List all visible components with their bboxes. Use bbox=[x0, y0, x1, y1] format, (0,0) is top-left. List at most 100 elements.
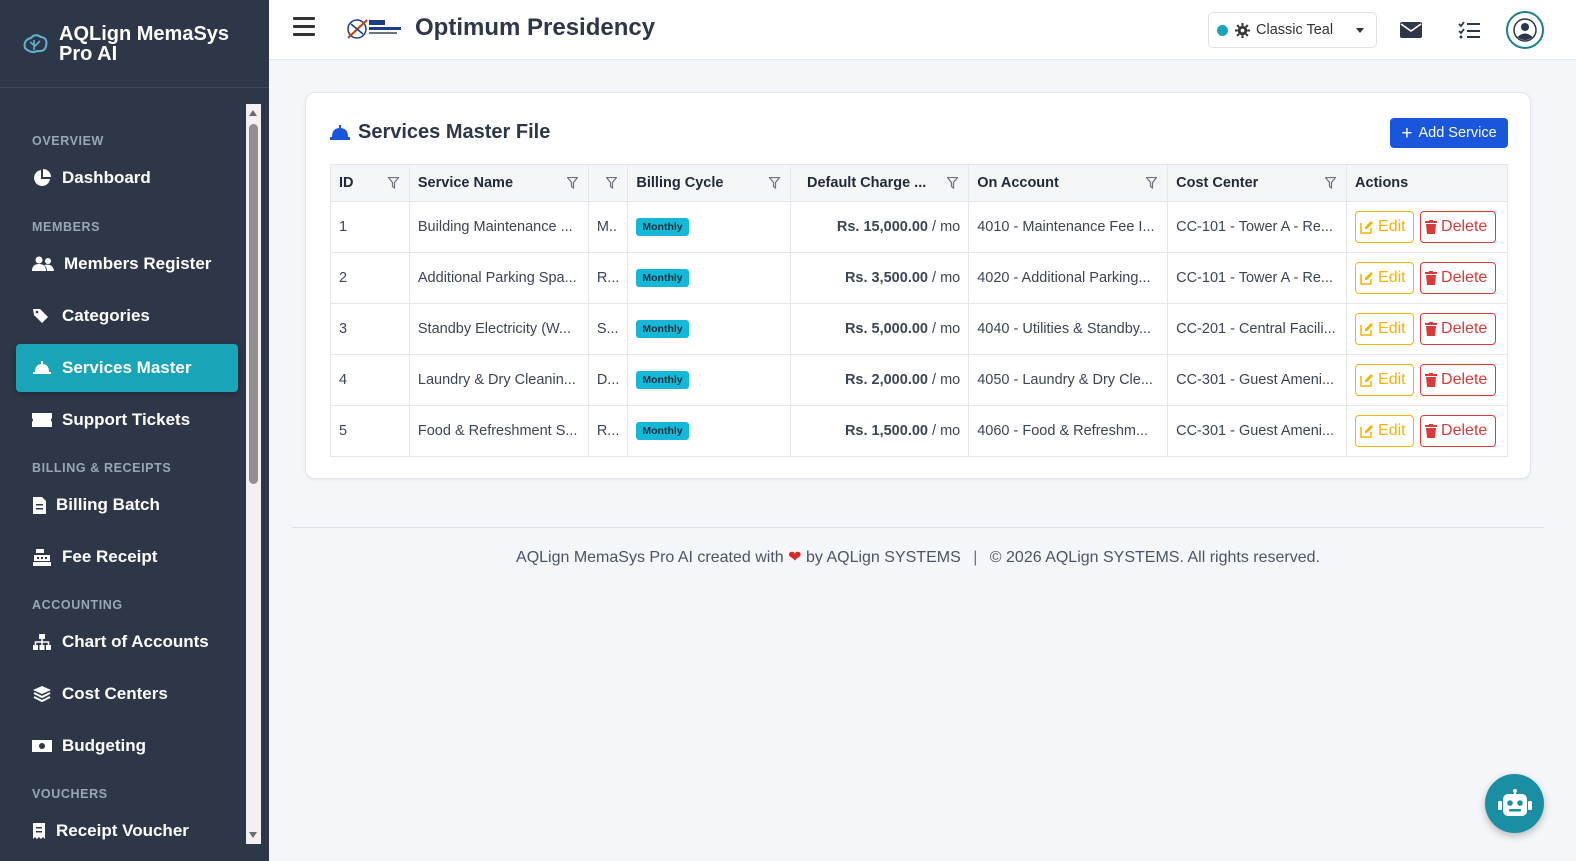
delete-button[interactable]: Delete bbox=[1420, 313, 1497, 345]
edit-button[interactable]: Edit bbox=[1355, 211, 1415, 243]
trash-icon bbox=[1425, 271, 1438, 285]
filter-icon[interactable] bbox=[946, 176, 959, 193]
col-header-id[interactable]: ID bbox=[330, 164, 410, 202]
add-service-label: Add Service bbox=[1418, 125, 1497, 141]
theme-select[interactable]: Classic Teal bbox=[1208, 12, 1377, 48]
sidebar-item-fee-receipt[interactable]: Fee Receipt bbox=[16, 533, 238, 581]
sitemap-icon bbox=[32, 632, 52, 652]
sidebar-item-budgeting[interactable]: Budgeting bbox=[16, 722, 238, 770]
filter-icon[interactable] bbox=[1145, 176, 1158, 193]
col-header-default-charge[interactable]: Default Charge ... bbox=[790, 164, 970, 202]
edit-icon bbox=[1360, 373, 1374, 387]
billing-cycle-badge: Monthly bbox=[636, 218, 689, 236]
cash-register-icon bbox=[32, 547, 52, 567]
cell-id: 1 bbox=[330, 201, 410, 253]
table-row[interactable]: 3 Standby Electricity (W... S... Monthly Rs.… bbox=[330, 303, 1508, 355]
cell-short: S... bbox=[587, 303, 629, 355]
sidebar-item-label: Cost Centers bbox=[62, 684, 168, 703]
sidebar-item-categories[interactable]: Categories bbox=[16, 292, 238, 340]
cell-default-charge: Rs. 5,000.00 / mo bbox=[790, 303, 970, 355]
delete-button[interactable]: Delete bbox=[1420, 211, 1497, 243]
billing-cycle-badge: Monthly bbox=[636, 422, 689, 440]
sidebar-item-dashboard[interactable]: Dashboard bbox=[16, 154, 238, 202]
chatbot-button[interactable] bbox=[1485, 774, 1544, 833]
footer-credit-suffix: by AQLign SYSTEMS bbox=[806, 549, 961, 566]
trash-icon bbox=[1425, 424, 1438, 438]
chevron-down-icon bbox=[1356, 28, 1364, 33]
sidebar-item-support-tickets[interactable]: Support Tickets bbox=[16, 396, 238, 444]
sidebar-item-cost-centers[interactable]: Cost Centers bbox=[16, 670, 238, 718]
scroll-down-arrow-icon[interactable] bbox=[249, 832, 257, 838]
col-header-on-account[interactable]: On Account bbox=[968, 164, 1169, 202]
filter-icon[interactable] bbox=[605, 176, 619, 193]
section-billing: BILLING & RECEIPTS bbox=[32, 461, 172, 475]
robot-icon bbox=[1497, 788, 1532, 819]
edit-icon bbox=[1360, 322, 1374, 336]
sidebar-item-chart-of-accounts[interactable]: Chart of Accounts bbox=[16, 618, 238, 666]
services-table: ID Service Name Billing Cycle Default Ch… bbox=[330, 164, 1508, 457]
sidebar-item-receipt-voucher[interactable]: Receipt Voucher bbox=[16, 807, 238, 844]
scroll-up-arrow-icon[interactable] bbox=[249, 110, 257, 116]
cell-actions: Edit Delete bbox=[1346, 252, 1508, 304]
tasks-icon[interactable] bbox=[1457, 18, 1481, 42]
card-title: Services Master File bbox=[330, 121, 550, 144]
sidebar-item-label: Fee Receipt bbox=[62, 547, 158, 566]
delete-label: Delete bbox=[1441, 218, 1488, 235]
table-row[interactable]: 1 Building Maintenance ... M.. Monthly Rs. 1… bbox=[330, 201, 1508, 253]
edit-button[interactable]: Edit bbox=[1355, 313, 1415, 345]
sidebar-item-label: Chart of Accounts bbox=[62, 632, 209, 651]
sidebar-item-label: Receipt Voucher bbox=[56, 821, 189, 840]
footer-separator: | bbox=[973, 549, 978, 566]
delete-button[interactable]: Delete bbox=[1420, 415, 1497, 447]
edit-label: Edit bbox=[1378, 422, 1406, 439]
tags-icon bbox=[32, 306, 52, 326]
cell-id: 4 bbox=[330, 354, 410, 406]
table-row[interactable]: 5 Food & Refreshment S... R... Monthly Rs. 1… bbox=[330, 405, 1508, 457]
billing-cycle-badge: Monthly bbox=[636, 269, 689, 287]
brand[interactable]: AQLign MemaSys Pro AI bbox=[0, 0, 269, 88]
cell-actions: Edit Delete bbox=[1346, 201, 1508, 253]
hamburger-icon[interactable] bbox=[293, 17, 315, 39]
footer-credit-prefix: AQLign MemaSys Pro AI created with bbox=[516, 549, 784, 566]
sidebar-item-members-register[interactable]: Members Register bbox=[16, 240, 238, 288]
layers-icon bbox=[32, 684, 52, 704]
filter-icon[interactable] bbox=[1324, 176, 1337, 193]
delete-button[interactable]: Delete bbox=[1420, 364, 1497, 396]
sidebar-scrollbar[interactable] bbox=[246, 104, 261, 844]
edit-button[interactable]: Edit bbox=[1355, 262, 1415, 294]
cell-cost-center: CC-301 - Guest Ameni... bbox=[1167, 354, 1348, 406]
filter-icon[interactable] bbox=[768, 176, 781, 193]
delete-button[interactable]: Delete bbox=[1420, 262, 1497, 294]
sidebar-item-billing-batch[interactable]: Billing Batch bbox=[16, 481, 238, 529]
envelope-icon[interactable] bbox=[1399, 18, 1423, 42]
col-header-service-name[interactable]: Service Name bbox=[408, 164, 589, 202]
cell-billing-cycle: Monthly bbox=[627, 201, 792, 253]
chart-pie-icon bbox=[32, 168, 52, 188]
table-row[interactable]: 2 Additional Parking Spa... R... Monthly Rs.… bbox=[330, 252, 1508, 304]
cell-actions: Edit Delete bbox=[1346, 303, 1508, 355]
edit-button[interactable]: Edit bbox=[1355, 415, 1415, 447]
charge-amount: Rs. 5,000.00 bbox=[844, 321, 928, 337]
billing-cycle-badge: Monthly bbox=[636, 320, 689, 338]
add-service-button[interactable]: + Add Service bbox=[1390, 118, 1508, 148]
scroll-thumb[interactable] bbox=[249, 124, 258, 484]
cell-cost-center: CC-301 - Guest Ameni... bbox=[1167, 405, 1348, 457]
col-header-billing-cycle[interactable]: Billing Cycle bbox=[627, 164, 792, 202]
sidebar-item-services-master[interactable]: Services Master bbox=[16, 344, 238, 392]
footer-copyright: © 2026 AQLign SYSTEMS. All rights reserv… bbox=[989, 549, 1320, 566]
cell-billing-cycle: Monthly bbox=[627, 252, 792, 304]
col-header-cost-center[interactable]: Cost Center bbox=[1167, 164, 1348, 202]
plus-icon: + bbox=[1401, 122, 1413, 144]
cell-id: 3 bbox=[330, 303, 410, 355]
sidebar: AQLign MemaSys Pro AI OVERVIEW Dashboard… bbox=[0, 0, 269, 861]
filter-icon[interactable] bbox=[387, 176, 400, 193]
sidebar-item-label: Support Tickets bbox=[62, 410, 191, 429]
col-header-blank[interactable] bbox=[587, 164, 629, 202]
sidebar-item-label: Categories bbox=[62, 306, 150, 325]
table-row[interactable]: 4 Laundry & Dry Cleanin... D... Monthly Rs. … bbox=[330, 354, 1508, 406]
brand-title: AQLign MemaSys Pro AI bbox=[59, 22, 230, 65]
cell-cost-center: CC-101 - Tower A - Re... bbox=[1167, 252, 1348, 304]
edit-button[interactable]: Edit bbox=[1355, 364, 1415, 396]
user-avatar[interactable] bbox=[1506, 11, 1544, 49]
filter-icon[interactable] bbox=[566, 176, 579, 193]
